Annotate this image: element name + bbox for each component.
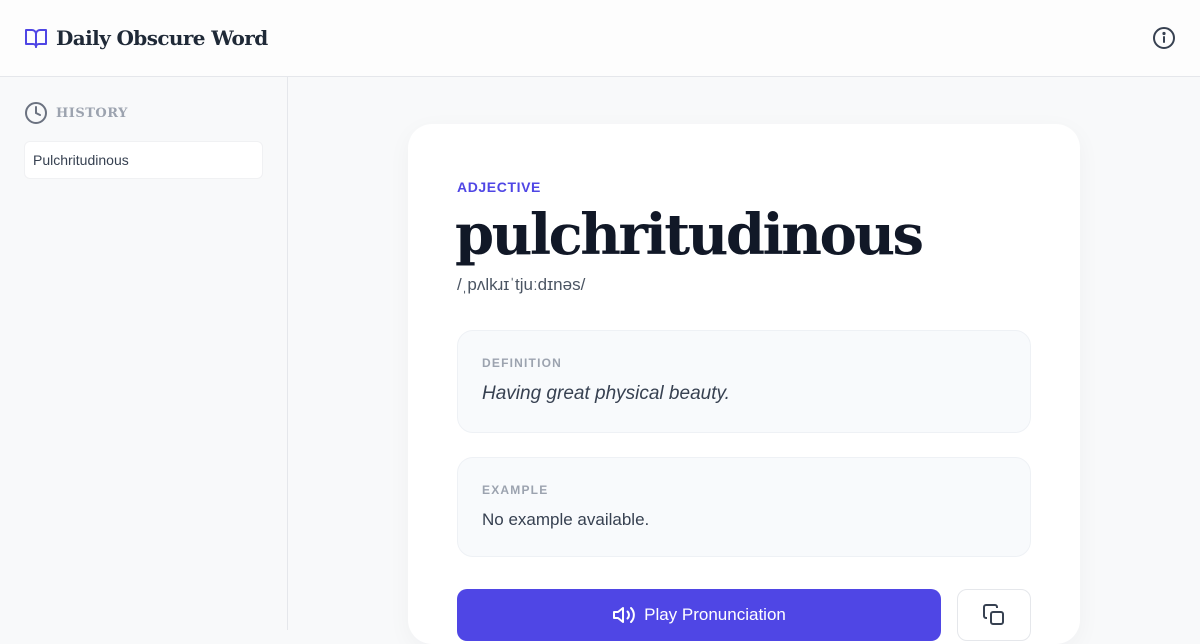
app-title: Daily Obscure Word [56, 26, 268, 50]
history-title: HISTORY [56, 105, 128, 121]
part-of-speech: ADJECTIVE [457, 179, 541, 195]
example-label: EXAMPLE [482, 483, 549, 497]
word-card: ADJECTIVE pulchritudinous /ˌpʌlkɹɪˈtjuːd… [408, 124, 1080, 644]
example-box: EXAMPLE No example available. [457, 457, 1031, 557]
word-title: pulchritudinous [455, 202, 924, 268]
copy-icon [983, 604, 1004, 625]
phonetic: /ˌpʌlkɹɪˈtjuːdɪnəs/ [457, 275, 586, 294]
info-button[interactable] [1152, 26, 1176, 50]
play-button-label: Play Pronunciation [644, 605, 786, 624]
brand: Daily Obscure Word [24, 26, 268, 50]
play-pronunciation-button[interactable]: Play Pronunciation [457, 589, 941, 641]
definition-text: Having great physical beauty. [482, 383, 730, 404]
book-open-icon [25, 29, 47, 48]
example-text: No example available. [482, 510, 650, 529]
history-sidebar: HISTORY Pulchritudinous [0, 77, 288, 630]
definition-label: DEFINITION [482, 356, 562, 370]
copy-button[interactable] [957, 589, 1031, 641]
history-item[interactable]: Pulchritudinous [24, 141, 263, 179]
info-icon [1153, 27, 1175, 49]
history-header: HISTORY [24, 101, 128, 125]
history-item-label: Pulchritudinous [33, 152, 129, 168]
definition-box: DEFINITION Having great physical beauty. [457, 330, 1031, 433]
speaker-icon [613, 607, 635, 623]
app-header: Daily Obscure Word [0, 0, 1200, 77]
clock-icon [25, 102, 47, 124]
